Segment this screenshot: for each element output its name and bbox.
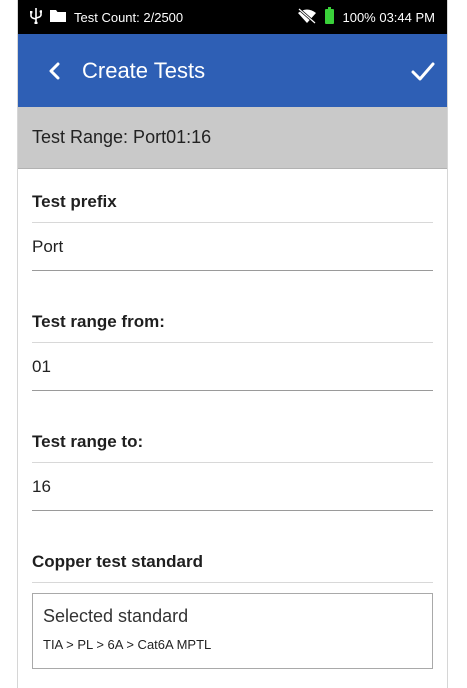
test-prefix-label: Test prefix — [32, 169, 433, 223]
test-range-from-input[interactable]: 01 — [32, 343, 433, 391]
test-range-to-label: Test range to: — [32, 411, 433, 463]
test-count-text: Test Count: 2/2500 — [74, 9, 184, 25]
test-range-to-input[interactable]: 16 — [32, 463, 433, 511]
battery-icon — [325, 7, 335, 27]
test-range-banner: Test Range: Port01:16 — [18, 107, 447, 169]
selected-standard-box[interactable]: Selected standard TIA > PL > 6A > Cat6A … — [32, 593, 433, 669]
wifi-off-icon — [297, 7, 317, 27]
folder-icon — [50, 9, 66, 25]
selected-standard-path: TIA > PL > 6A > Cat6A MPTL — [43, 637, 212, 652]
test-prefix-input[interactable]: Port — [32, 223, 433, 271]
status-right: 100% 03:44 PM — [297, 7, 435, 27]
copper-test-standard-label: Copper test standard — [32, 531, 433, 583]
test-range-from-label: Test range from: — [32, 291, 433, 343]
selected-standard-title: Selected standard — [43, 606, 189, 626]
device-screen: Test Count: 2/2500 100% 03:44 PM Create … — [18, 0, 447, 688]
check-icon[interactable] — [411, 61, 435, 81]
chevron-left-icon[interactable] — [48, 62, 60, 80]
app-bar: Create Tests — [18, 34, 447, 107]
page-title: Create Tests — [82, 57, 206, 83]
create-tests-form: Test prefix Port Test range from: 01 Tes… — [18, 169, 447, 669]
battery-time-text: 100% 03:44 PM — [342, 9, 435, 25]
status-bar: Test Count: 2/2500 100% 03:44 PM — [18, 0, 447, 34]
status-left: Test Count: 2/2500 — [30, 7, 184, 27]
usb-icon — [30, 7, 43, 27]
